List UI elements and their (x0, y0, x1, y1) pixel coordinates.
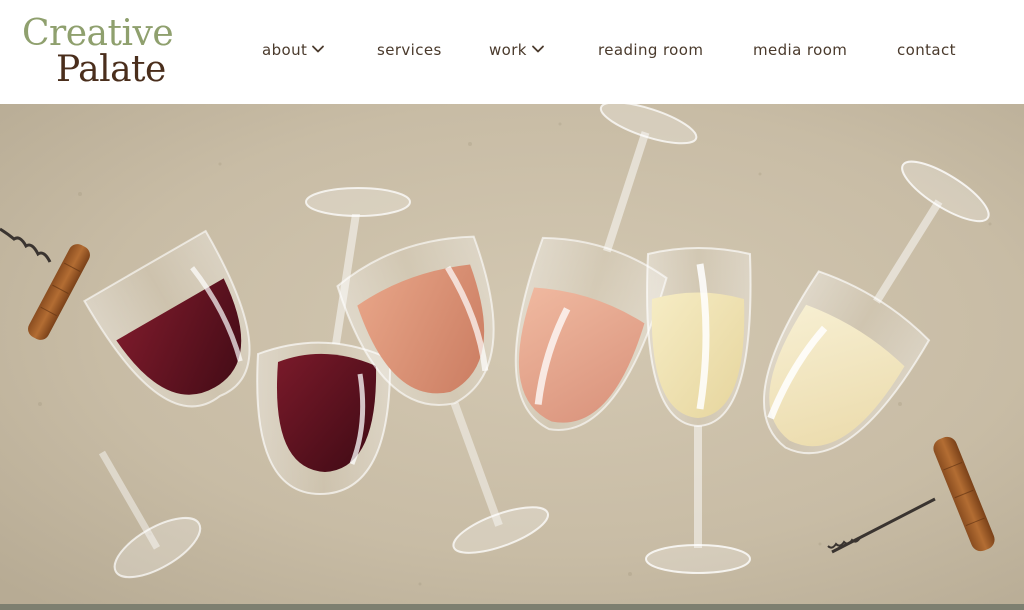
nav-item-about[interactable]: about (262, 36, 325, 64)
nav-item-media-room-label: media room (753, 41, 848, 59)
nav-item-reading-room[interactable]: reading room (598, 36, 703, 64)
nav-item-reading-room-label: reading room (598, 41, 704, 59)
nav-item-work-label: work (489, 41, 527, 59)
nav-item-media-room[interactable]: media room (753, 36, 847, 64)
wine-glasses-illustration (0, 104, 1024, 604)
nav-item-contact-label: contact (897, 41, 956, 59)
site-header: Creative Palate about services work read… (0, 0, 1024, 104)
hero-bottom-band (0, 604, 1024, 610)
chevron-down-icon (532, 45, 544, 53)
chevron-down-icon (312, 45, 325, 53)
hero-image (0, 104, 1024, 604)
nav-item-services-label: services (377, 41, 442, 59)
nav-item-work[interactable]: work (489, 36, 545, 64)
main-nav: about services work reading room media r… (0, 36, 1024, 64)
nav-item-about-label: about (262, 41, 308, 59)
nav-item-contact[interactable]: contact (897, 36, 956, 64)
nav-item-services[interactable]: services (377, 36, 442, 64)
